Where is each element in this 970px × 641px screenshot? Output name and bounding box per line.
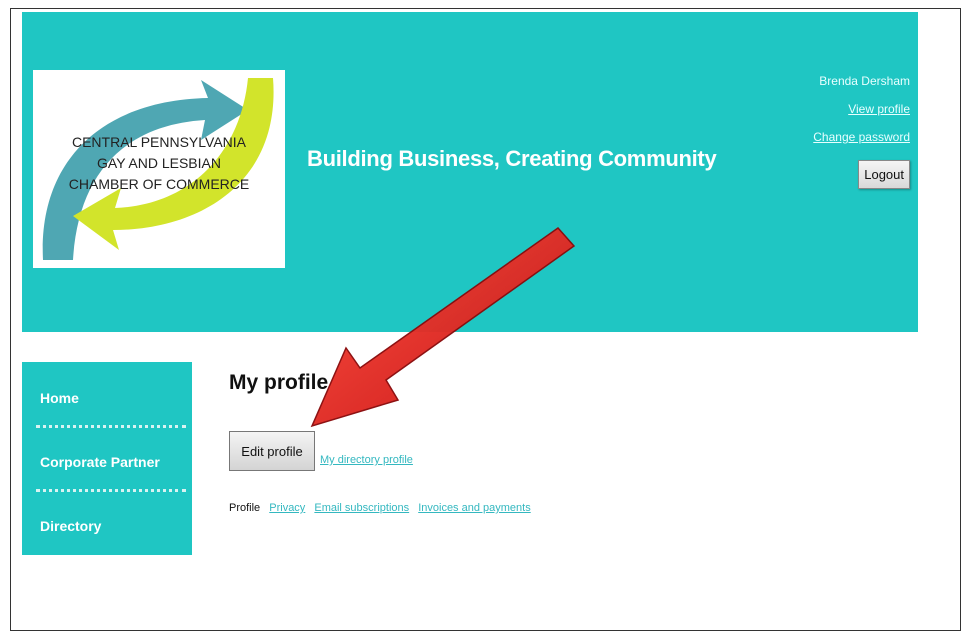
logo-text: CENTRAL PENNSYLVANIA GAY AND LESBIAN CHA…: [68, 134, 250, 192]
change-password-link[interactable]: Change password: [813, 130, 910, 144]
sidebar-item-directory[interactable]: Directory: [22, 490, 192, 554]
user-panel: Brenda Dersham View profile Change passw…: [813, 74, 910, 189]
sidebar-item-label: Corporate Partner: [40, 454, 160, 470]
site-tagline: Building Business, Creating Community: [307, 146, 717, 171]
tab-invoices-and-payments[interactable]: Invoices and payments: [418, 502, 531, 514]
sidebar-nav: Home Corporate Partner Directory: [22, 362, 192, 555]
tab-privacy[interactable]: Privacy: [269, 502, 305, 514]
sidebar-item-home[interactable]: Home: [22, 362, 192, 428]
profile-tabs: Profile Privacy Email subscriptions Invo…: [229, 502, 537, 514]
logout-button[interactable]: Logout: [858, 160, 910, 189]
sidebar-item-label: Home: [40, 390, 79, 406]
red-arrow-annotation: [310, 227, 576, 428]
tab-profile: Profile: [229, 502, 261, 514]
chamber-logo[interactable]: CENTRAL PENNSYLVANIA GAY AND LESBIAN CHA…: [33, 70, 285, 268]
sidebar-item-label: Directory: [40, 518, 102, 534]
user-name: Brenda Dersham: [819, 74, 910, 88]
sidebar-item-corporate-partner[interactable]: Corporate Partner: [22, 426, 192, 492]
tab-email-subscriptions[interactable]: Email subscriptions: [314, 502, 409, 514]
my-directory-profile-link[interactable]: My directory profile: [320, 454, 413, 466]
view-profile-link[interactable]: View profile: [813, 102, 910, 116]
